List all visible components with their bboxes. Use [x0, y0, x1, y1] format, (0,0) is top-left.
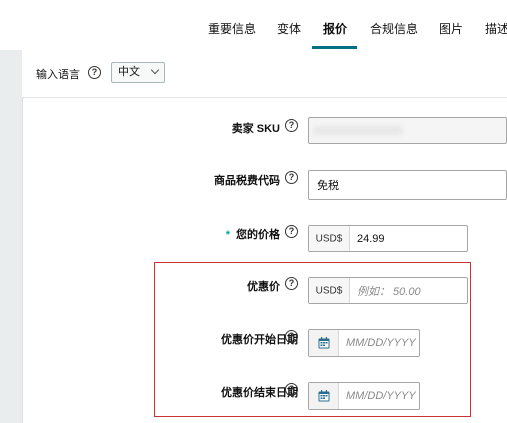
tab-key-info[interactable]: 重要信息 [208, 20, 256, 37]
tab-images[interactable]: 图片 [439, 20, 463, 37]
currency-prefix: USD$ [309, 226, 350, 251]
your-price-input[interactable]: USD$ 24.99 [308, 225, 468, 252]
active-tab-indicator [312, 46, 357, 49]
tax-code-input[interactable]: 免税 [308, 170, 507, 200]
redacted-sku-value [313, 126, 403, 135]
language-label: 输入语言 [36, 69, 80, 81]
chevron-down-icon [150, 65, 160, 75]
tab-offer[interactable]: 报价 [323, 20, 347, 37]
tab-description[interactable]: 描述 [485, 20, 507, 37]
tab-variations[interactable]: 变体 [277, 20, 301, 37]
sale-price-highlight-box [154, 262, 471, 417]
sku-label: 卖家 SKU [231, 123, 280, 135]
tab-compliance[interactable]: 合规信息 [370, 20, 418, 37]
your-price-help-icon[interactable]: ? [285, 225, 298, 238]
language-help-icon[interactable]: ? [88, 66, 101, 79]
language-select[interactable]: 中文 [111, 62, 165, 83]
left-gutter [0, 50, 22, 423]
required-marker: * [225, 229, 230, 241]
language-select-value: 中文 [118, 66, 140, 78]
your-price-value: 24.99 [357, 232, 385, 245]
tax-code-help-icon[interactable]: ? [285, 171, 298, 184]
tab-bar: 重要信息 变体 报价 合规信息 图片 描述 [0, 0, 507, 50]
tax-code-label: 商品税费代码 [214, 175, 280, 187]
your-price-label: * 您的价格 [225, 229, 280, 241]
sku-help-icon[interactable]: ? [285, 119, 298, 132]
sku-input[interactable] [308, 117, 507, 144]
